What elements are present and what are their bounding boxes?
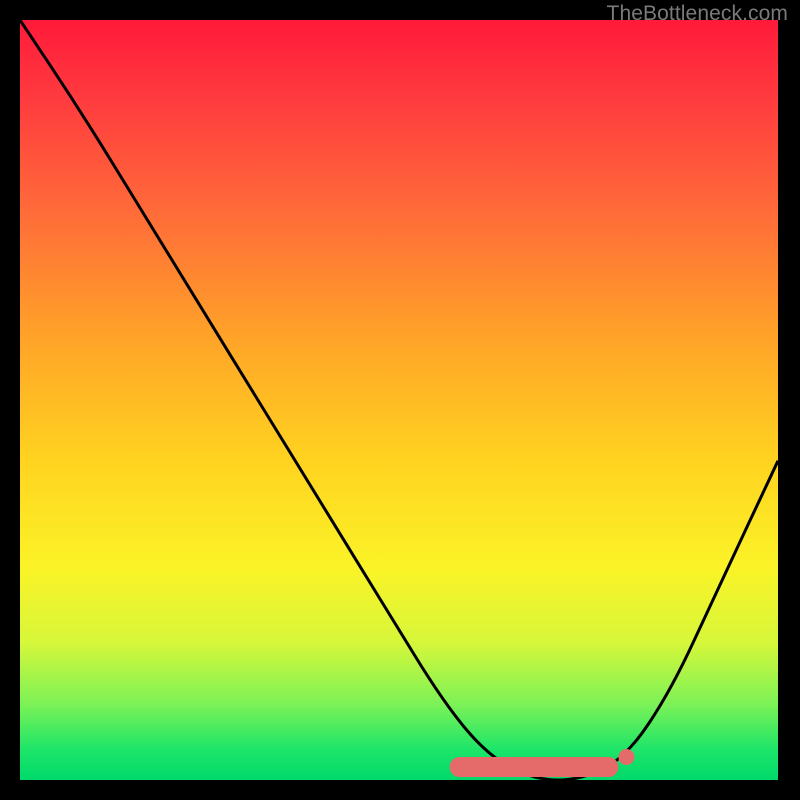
bottleneck-curve bbox=[20, 20, 778, 780]
chart-frame: TheBottleneck.com bbox=[0, 0, 800, 800]
plot-area bbox=[20, 20, 778, 780]
curve-layer bbox=[20, 20, 778, 780]
trough-end-dot bbox=[618, 749, 634, 765]
watermark-text: TheBottleneck.com bbox=[607, 2, 788, 26]
